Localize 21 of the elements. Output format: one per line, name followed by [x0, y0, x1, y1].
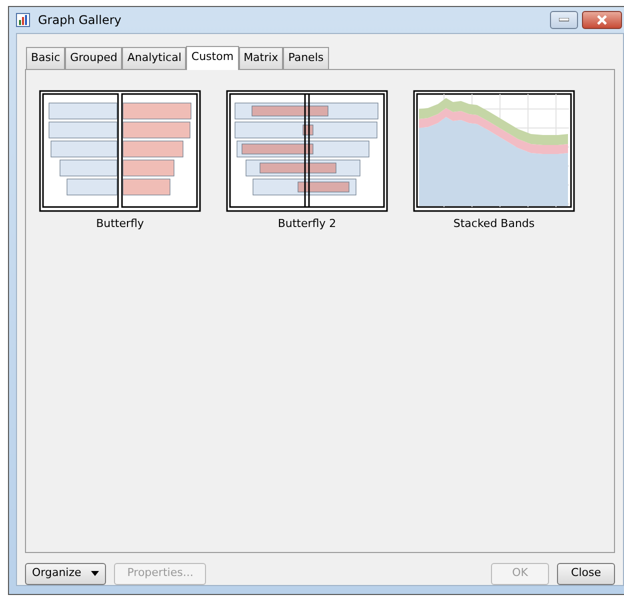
chart-thumbnail-drawing[interactable]: [226, 90, 388, 212]
minimize-button[interactable]: [550, 11, 578, 29]
chart-thumbnail-drawing[interactable]: [39, 90, 201, 212]
tab[interactable]: Grouped: [65, 47, 122, 68]
minimize-icon: [559, 18, 569, 22]
tab[interactable]: Matrix: [238, 47, 284, 68]
button[interactable]: Close: [557, 562, 615, 584]
organize-dropdown-button[interactable]: Organize: [25, 562, 106, 584]
tab[interactable]: Basic: [26, 47, 66, 68]
window-title: Graph Gallery: [38, 12, 122, 29]
close-icon: [596, 15, 608, 25]
tab[interactable]: Panels: [283, 47, 329, 68]
tab[interactable]: Analytical: [122, 47, 186, 68]
tab[interactable]: Custom: [186, 46, 239, 70]
close-button[interactable]: [582, 11, 622, 29]
app-icon: [16, 13, 30, 27]
thumbnail-label: Butterfly: [96, 216, 144, 232]
thumbnail-label: Butterfly 2: [278, 216, 336, 232]
thumbnail-label: Stacked Bands: [453, 216, 535, 232]
chart-thumbnail-drawing[interactable]: [413, 90, 575, 212]
caret-icon: [91, 571, 100, 576]
